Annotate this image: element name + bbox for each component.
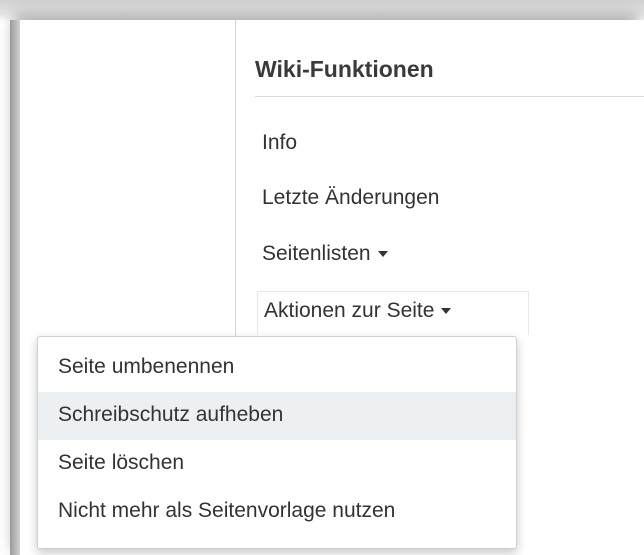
page-actions-menu: Seite umbenennen Schreibschutz aufheben … <box>37 336 517 549</box>
caret-down-icon <box>377 251 388 257</box>
menu-item-rename-page[interactable]: Seite umbenennen <box>38 344 516 392</box>
page-actions-dropdown-toggle[interactable]: Aktionen zur Seite <box>257 291 529 335</box>
recent-changes-link[interactable]: Letzte Änderungen <box>262 186 439 210</box>
panel-title: Wiki-Funktionen <box>255 56 434 82</box>
info-link[interactable]: Info <box>262 131 297 155</box>
recent-changes-link-label: Letzte Änderungen <box>262 186 440 209</box>
title-divider <box>255 96 644 97</box>
page-lists-label: Seitenlisten <box>262 242 371 265</box>
page-lists-dropdown-toggle[interactable]: Seitenlisten <box>262 242 388 266</box>
menu-item-delete-page[interactable]: Seite löschen <box>38 440 516 488</box>
caret-down-icon <box>441 308 452 314</box>
menu-item-remove-protection[interactable]: Schreibschutz aufheben <box>38 392 516 440</box>
info-link-label: Info <box>262 131 298 154</box>
page-actions-label: Aktionen zur Seite <box>264 299 435 322</box>
menu-item-unset-page-template[interactable]: Nicht mehr als Seitenvorlage nutzen <box>38 488 516 536</box>
